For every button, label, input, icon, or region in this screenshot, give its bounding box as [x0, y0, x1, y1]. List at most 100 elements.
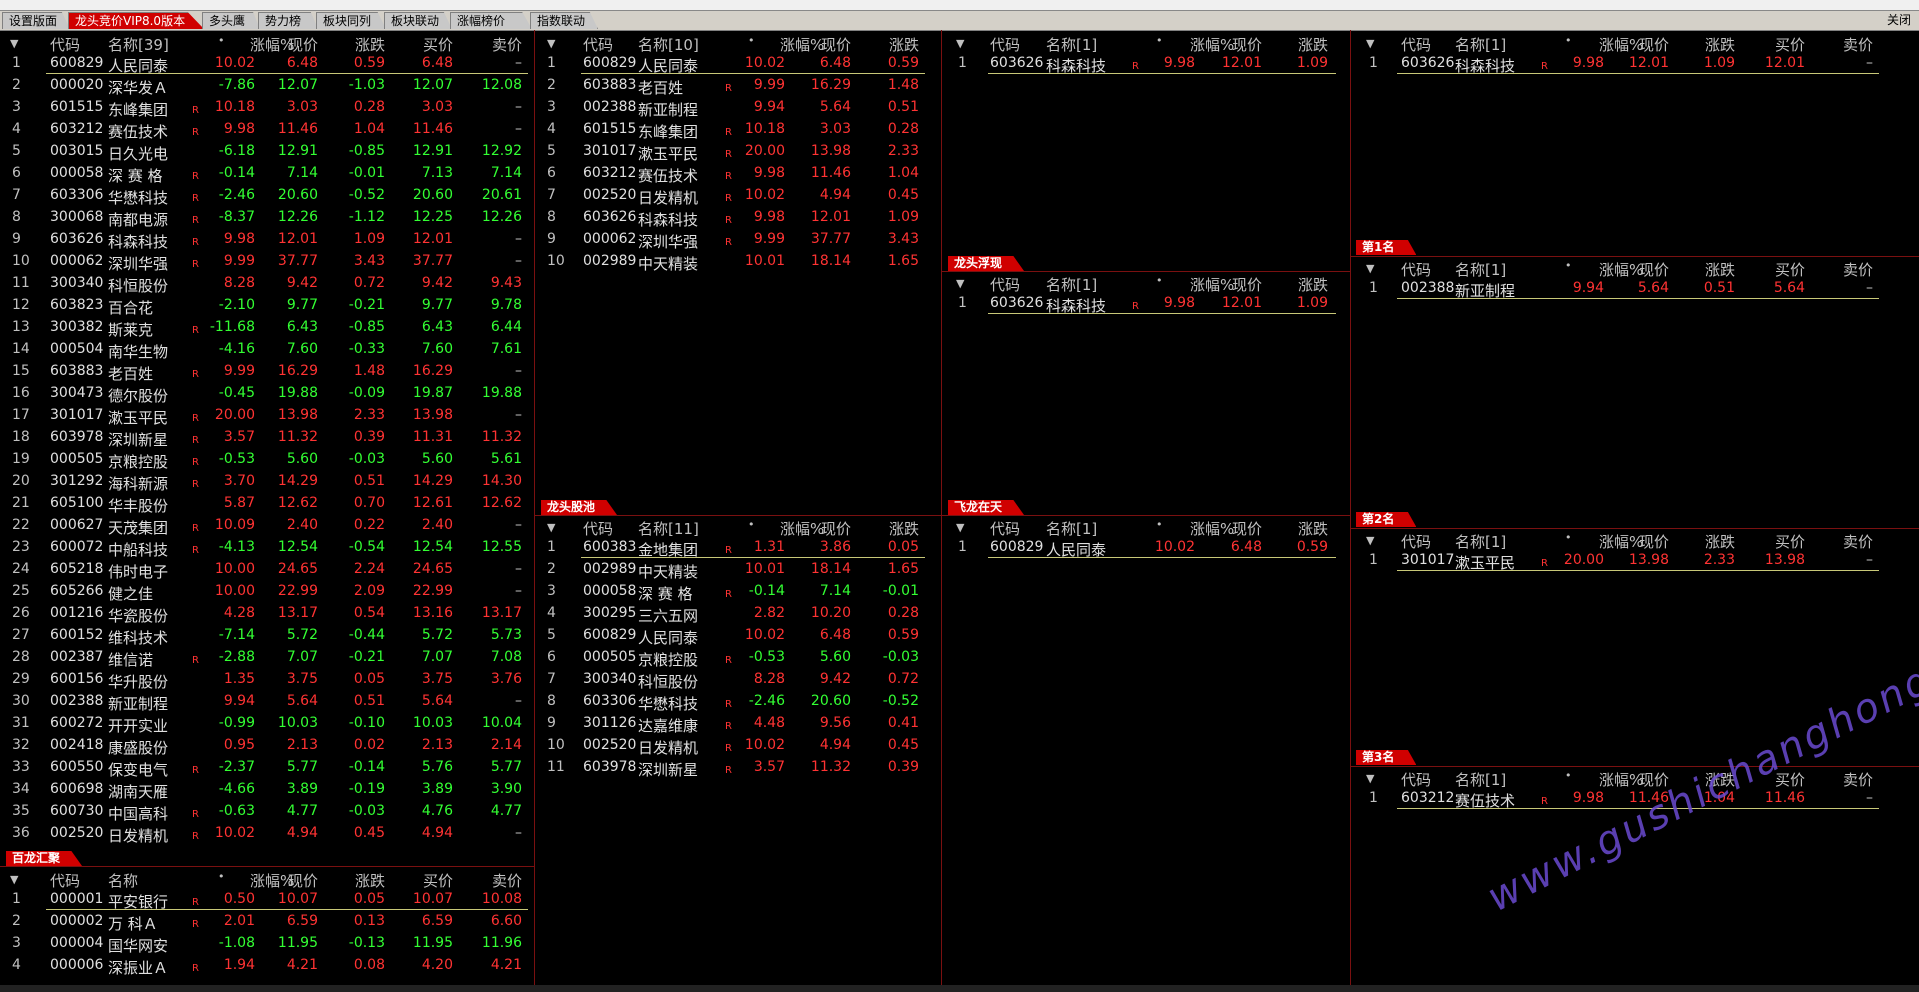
tab-7[interactable]: 涨幅榜价: [450, 12, 532, 29]
table-row[interactable]: 2 002989 中天精装 10.01 18.14 1.65: [535, 558, 941, 581]
table-row[interactable]: 2 000002 万 科Ａ R 2.01 6.59 0.13 6.59 6.60: [0, 910, 534, 933]
table-row[interactable]: 7 300340 科恒股份 8.28 9.42 0.72: [535, 668, 941, 691]
table-row[interactable]: 10 002520 日发精机 R 10.02 4.94 0.45: [535, 734, 941, 757]
table-row[interactable]: 5 003015 日久光电 -6.18 12.91 -0.85 12.91 12.92: [0, 140, 534, 163]
table-row[interactable]: 25 605266 健之佳 10.00 22.99 2.09 22.99 –: [0, 580, 534, 603]
table-row[interactable]: 6 603212 赛伍技术 R 9.98 11.46 1.04: [535, 162, 941, 185]
table-row[interactable]: 11 603978 深圳新星 R 3.57 11.32 0.39: [535, 756, 941, 779]
chg-value: -1.03: [348, 77, 385, 93]
table-row[interactable]: 1 600829 人民同泰 10.02 6.48 0.59 6.48–: [0, 52, 534, 75]
tab-5[interactable]: 板块同列: [316, 12, 386, 29]
table-row[interactable]: 2 000020 深华发Ａ -7.86 12.07 -1.03 12.07 12.08: [0, 74, 534, 97]
margin-flag: R: [1132, 301, 1139, 312]
panel-label-longtou-fuxian[interactable]: 龙头浮现: [948, 256, 1025, 271]
sort-arrow-icon[interactable]: ▼: [10, 37, 18, 50]
table-row[interactable]: 12 603823 百合花 -2.10 9.77 -0.21 9.77 9.78: [0, 294, 534, 317]
table-row[interactable]: 5 301017 漱玉平民 R 20.00 13.98 2.33: [535, 140, 941, 163]
table-row[interactable]: 1 603626 科森科技 R 9.98 12.01 1.09: [942, 292, 1350, 315]
table-row[interactable]: 20 301292 海科新源 R 3.70 14.29 0.51 14.29 14.30: [0, 470, 534, 493]
table-row[interactable]: 24 605218 伟时电子 10.00 24.65 2.24 24.65 –: [0, 558, 534, 581]
sort-arrow-icon[interactable]: ▼: [1366, 772, 1374, 785]
table-row[interactable]: 8 603626 科森科技 R 9.98 12.01 1.09: [535, 206, 941, 229]
table-row[interactable]: 4 603212 赛伍技术 R 9.98 11.46 1.04 11.46 –: [0, 118, 534, 141]
tab-8[interactable]: 指数联动: [530, 12, 598, 29]
table-row[interactable]: 10 002989 中天精装 10.01 18.14 1.65: [535, 250, 941, 273]
table-row[interactable]: 36 002520 日发精机 R 10.02 4.94 0.45 4.94 –: [0, 822, 534, 845]
table-row[interactable]: 16 300473 德尔股份 -0.45 19.88 -0.09 19.87 19.88: [0, 382, 534, 405]
table-row[interactable]: 28 002387 维信诺 R -2.88 7.07 -0.21 7.07 7.08: [0, 646, 534, 669]
tab-6[interactable]: 板块联动: [384, 12, 452, 29]
table-row[interactable]: 35 600730 中国高科 R -0.63 4.77 -0.03 4.76 4.77: [0, 800, 534, 823]
panel-label-rank3[interactable]: 第3名: [1356, 750, 1417, 765]
table-row[interactable]: 14 000504 南华生物 -4.16 7.60 -0.33 7.60 7.61: [0, 338, 534, 361]
table-row[interactable]: 1 600829 人民同泰 10.02 6.48 0.59: [535, 52, 941, 75]
table-row[interactable]: 8 300068 南都电源 R -8.37 12.26 -1.12 12.25 12.26: [0, 206, 534, 229]
stock-code: 002388: [1401, 280, 1455, 296]
table-row[interactable]: 7 002520 日发精机 R 10.02 4.94 0.45: [535, 184, 941, 207]
table-row[interactable]: 17 301017 漱玉平民 R 20.00 13.98 2.33 13.98 –: [0, 404, 534, 427]
table-row[interactable]: 11 300340 科恒股份 8.28 9.42 0.72 9.42 9.43: [0, 272, 534, 295]
tab-2[interactable]: 龙头竞价VIP8.0版本: [68, 12, 204, 29]
sort-arrow-icon[interactable]: ▼: [547, 37, 555, 50]
table-row[interactable]: 1 000001 平安银行 R 0.50 10.07 0.05 10.07 10.08: [0, 888, 534, 911]
table-row[interactable]: 27 600152 维科技术 -7.14 5.72 -0.44 5.72 5.73: [0, 624, 534, 647]
sort-arrow-icon[interactable]: ▼: [956, 277, 964, 290]
sort-arrow-icon[interactable]: ▼: [956, 37, 964, 50]
table-row[interactable]: 32 002418 康盛股份 0.95 2.13 0.02 2.13 2.14: [0, 734, 534, 757]
table-row[interactable]: 34 600698 湖南天雁 -4.66 3.89 -0.19 3.89 3.90: [0, 778, 534, 801]
sort-arrow-icon[interactable]: ▼: [1366, 37, 1374, 50]
table-row[interactable]: 4 000006 深振业Ａ R 1.94 4.21 0.08 4.20 4.21: [0, 954, 534, 977]
table-row[interactable]: 1 002388 新亚制程 9.94 5.64 0.51 5.64–: [1351, 277, 1919, 300]
tab-1[interactable]: 设置版面: [2, 12, 70, 29]
table-row[interactable]: 1 600829 人民同泰 10.02 6.48 0.59: [942, 536, 1350, 559]
sort-arrow-icon[interactable]: ▼: [10, 873, 18, 886]
panel-label-bailong[interactable]: 百龙汇聚: [6, 851, 83, 866]
table-row[interactable]: 2 603883 老百姓 R 9.99 16.29 1.48: [535, 74, 941, 97]
sort-arrow-icon[interactable]: ▼: [547, 521, 555, 534]
table-row[interactable]: 19 000505 京粮控股 R -0.53 5.60 -0.03 5.60 5.61: [0, 448, 534, 471]
table-row[interactable]: 15 603883 老百姓 R 9.99 16.29 1.48 16.29 –: [0, 360, 534, 383]
stock-name: 人民同泰: [638, 629, 699, 647]
tab-4[interactable]: 势力榜: [258, 12, 318, 29]
table-row[interactable]: 5 600829 人民同泰 10.02 6.48 0.59: [535, 624, 941, 647]
panel-label-longtou-gu[interactable]: 龙头股池: [541, 500, 618, 515]
table-row[interactable]: 22 000627 天茂集团 R 10.09 2.40 0.22 2.40 –: [0, 514, 534, 537]
table-row[interactable]: 23 600072 中船科技 R -4.13 12.54 -0.54 12.54 12.55: [0, 536, 534, 559]
close-button[interactable]: 关闭: [1887, 12, 1911, 29]
table-row[interactable]: 10 000062 深圳华强 R 9.99 37.77 3.43 37.77 –: [0, 250, 534, 273]
table-row[interactable]: 13 300382 斯莱克 R -11.68 6.43 -0.85 6.43 6.44: [0, 316, 534, 339]
table-row[interactable]: 33 600550 保变电气 R -2.37 5.77 -0.14 5.76 5.77: [0, 756, 534, 779]
table-row[interactable]: 31 600272 开开实业 -0.99 10.03 -0.10 10.03 10.04: [0, 712, 534, 735]
sort-arrow-icon[interactable]: ▼: [1366, 262, 1374, 275]
table-row[interactable]: 9 000062 深圳华强 R 9.99 37.77 3.43: [535, 228, 941, 251]
table-row[interactable]: 1 603626 科森科技 R 9.98 12.01 1.09 12.01–: [1351, 52, 1919, 75]
bid-value: 2.13: [421, 737, 453, 753]
sort-arrow-icon[interactable]: ▼: [956, 521, 964, 534]
chg-value: 3.43: [353, 253, 385, 269]
table-row[interactable]: 1 603626 科森科技 R 9.98 12.01 1.09: [942, 52, 1350, 75]
table-row[interactable]: 18 603978 深圳新星 R 3.57 11.32 0.39 11.31 11.32: [0, 426, 534, 449]
panel-label-feilong[interactable]: 飞龙在天: [948, 500, 1025, 515]
tab-3[interactable]: 多头鹰: [202, 12, 260, 29]
panel-label-rank2[interactable]: 第2名: [1356, 512, 1417, 527]
sort-arrow-icon[interactable]: ▼: [1366, 534, 1374, 547]
table-row[interactable]: 1 301017 漱玉平民 R 20.00 13.98 2.33 13.98–: [1351, 549, 1919, 572]
table-row[interactable]: 3 002388 新亚制程 9.94 5.64 0.51: [535, 96, 941, 119]
table-row[interactable]: 9 603626 科森科技 R 9.98 12.01 1.09 12.01 –: [0, 228, 534, 251]
table-row[interactable]: 3 601515 东峰集团 R 10.18 3.03 0.28 3.03 –: [0, 96, 534, 119]
table-row[interactable]: 26 001216 华瓷股份 4.28 13.17 0.54 13.16 13.17: [0, 602, 534, 625]
table-row[interactable]: 29 600156 华升股份 1.35 3.75 0.05 3.75 3.76: [0, 668, 534, 691]
table-row[interactable]: 6 000505 京粮控股 R -0.53 5.60 -0.03: [535, 646, 941, 669]
table-row[interactable]: 3 000058 深 赛 格 R -0.14 7.14 -0.01: [535, 580, 941, 603]
table-row[interactable]: 3 000004 国华网安 -1.08 11.95 -0.13 11.95 11.96: [0, 932, 534, 955]
table-row[interactable]: 30 002388 新亚制程 9.94 5.64 0.51 5.64 –: [0, 690, 534, 713]
table-row[interactable]: 21 605100 华丰股份 5.87 12.62 0.70 12.61 12.62: [0, 492, 534, 515]
table-row[interactable]: 4 601515 东峰集团 R 10.18 3.03 0.28: [535, 118, 941, 141]
table-row[interactable]: 6 000058 深 赛 格 R -0.14 7.14 -0.01 7.13 7.14: [0, 162, 534, 185]
table-row[interactable]: 4 300295 三六五网 2.82 10.20 0.28: [535, 602, 941, 625]
panel-label-rank1[interactable]: 第1名: [1356, 240, 1417, 255]
table-row[interactable]: 8 603306 华懋科技 R -2.46 20.60 -0.52: [535, 690, 941, 713]
table-row[interactable]: 1 600383 金地集团 R 1.31 3.86 0.05: [535, 536, 941, 559]
table-row[interactable]: 9 301126 达嘉维康 R 4.48 9.56 0.41: [535, 712, 941, 735]
table-row[interactable]: 7 603306 华懋科技 R -2.46 20.60 -0.52 20.60 20.61: [0, 184, 534, 207]
